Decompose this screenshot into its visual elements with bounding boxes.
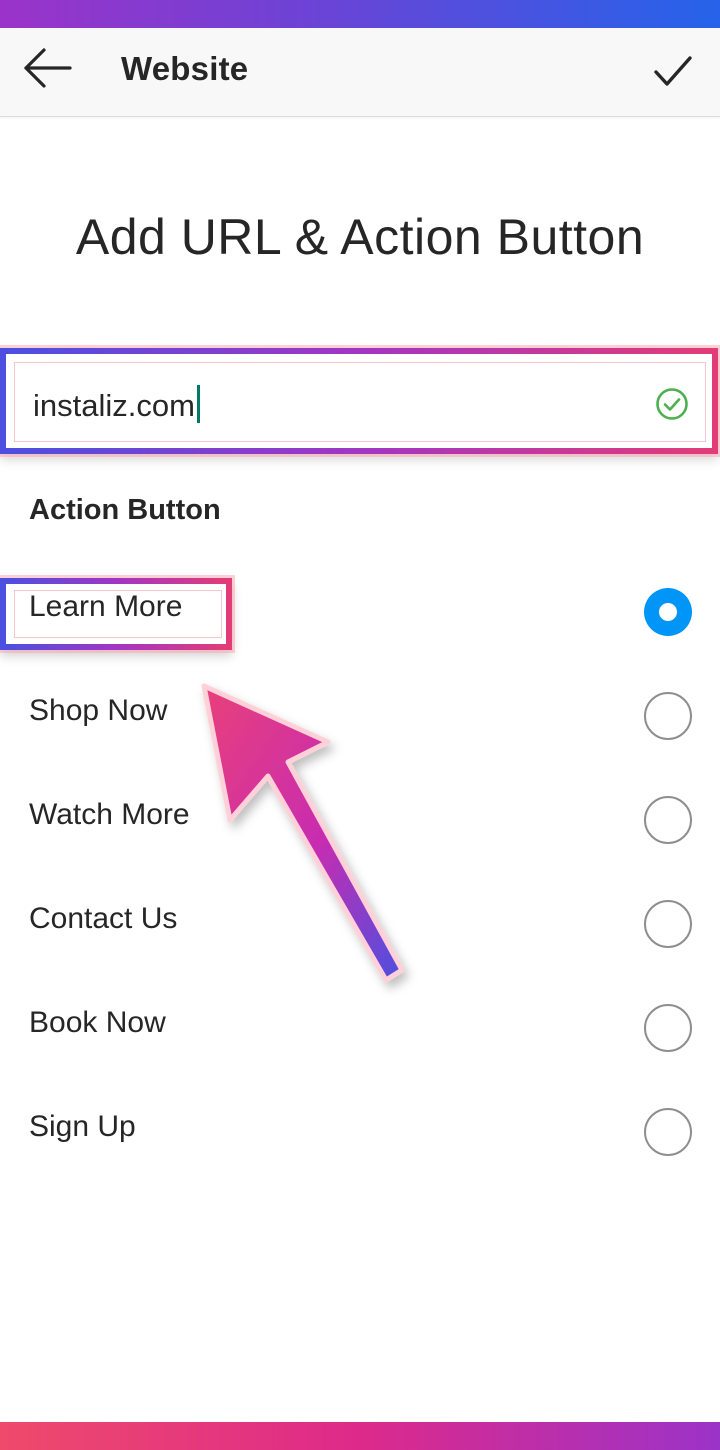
page-title: Add URL & Action Button <box>75 209 645 265</box>
arrow-left-icon <box>24 48 72 88</box>
back-button[interactable] <box>18 46 78 96</box>
top-gradient-bar <box>0 0 720 28</box>
option-label: Contact Us <box>29 902 178 935</box>
check-circle-icon <box>656 388 688 420</box>
action-option-contact-us[interactable]: Contact Us <box>0 872 720 976</box>
action-button-label: Action Button <box>29 494 221 526</box>
radio-selected[interactable] <box>644 588 692 636</box>
radio-unselected[interactable] <box>644 900 692 948</box>
option-label: Sign Up <box>29 1110 136 1143</box>
action-option-watch-more[interactable]: Watch More <box>0 768 720 872</box>
confirm-button[interactable] <box>648 48 698 98</box>
option-label: Learn More <box>29 590 183 623</box>
bottom-gradient-bar <box>0 1422 720 1450</box>
radio-unselected[interactable] <box>644 1004 692 1052</box>
text-caret <box>196 385 200 423</box>
action-option-sign-up[interactable]: Sign Up <box>0 1080 720 1184</box>
action-option-learn-more[interactable]: Learn More <box>0 560 720 664</box>
option-label: Shop Now <box>29 694 168 727</box>
option-label: Watch More <box>29 798 190 831</box>
app-header: Website <box>0 28 720 117</box>
url-input-value: instaliz.com <box>33 385 200 424</box>
radio-unselected[interactable] <box>644 796 692 844</box>
website-url-input[interactable]: instaliz.com <box>14 362 706 442</box>
checkmark-icon <box>654 56 692 86</box>
radio-unselected[interactable] <box>644 1108 692 1156</box>
radio-unselected[interactable] <box>644 692 692 740</box>
option-label: Book Now <box>29 1006 166 1039</box>
action-option-book-now[interactable]: Book Now <box>0 976 720 1080</box>
header-title: Website <box>121 50 249 87</box>
action-option-shop-now[interactable]: Shop Now <box>0 664 720 768</box>
